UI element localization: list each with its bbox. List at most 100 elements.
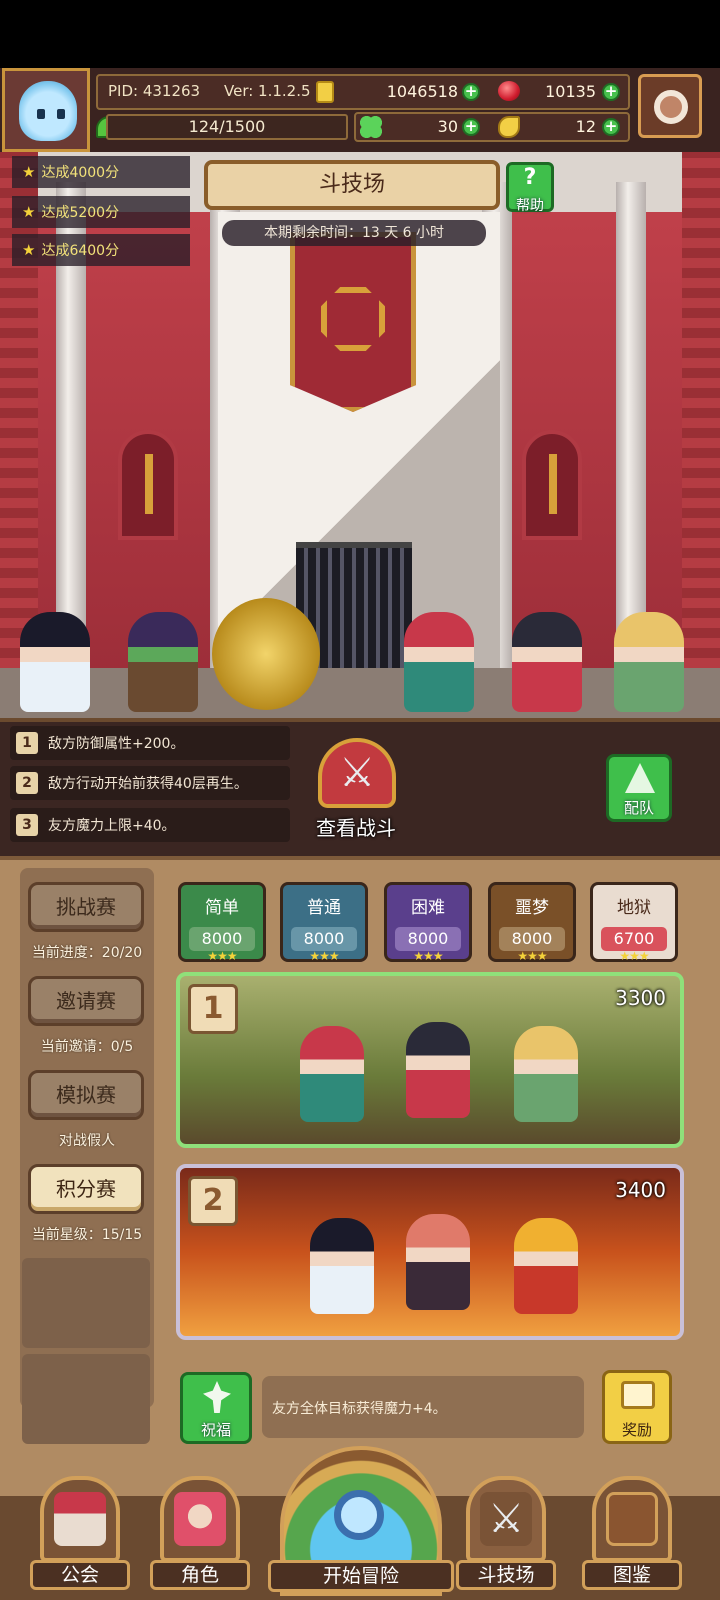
star-icon: ★ [22,163,36,181]
empty-slot [22,1354,150,1444]
blessing-description: 友方全体目标获得魔力+4。 [262,1376,584,1438]
treasure-chest-icon [621,1381,655,1409]
hero-character [128,612,198,712]
difficulty-card[interactable]: 噩梦 8000 ★★★ [488,882,576,963]
settings-button[interactable] [638,74,702,138]
star-icon: ★ [22,241,36,259]
difficulty-score: 8000 [395,927,461,951]
player-id: PID: 431263 [108,82,201,100]
difficulty-score: 6700 [601,927,667,951]
difficulty-card[interactable]: 困难 8000 ★★★ [384,882,472,963]
guild-hall-icon [54,1492,106,1546]
nav-codex[interactable]: 图鉴 [582,1476,682,1596]
horn-amount: 12 [575,117,596,136]
nav-arena[interactable]: ⚔ 斗技场 [456,1476,556,1596]
version-text: Ver: 1.1.2.5 [224,82,311,100]
gear-icon [654,90,688,124]
team-icon [625,763,655,793]
difficulty-score: 8000 [499,927,565,951]
opponent-character [514,1218,578,1314]
tab-invite[interactable]: 邀请赛 [28,976,144,1026]
hero-character [20,612,90,712]
difficulty-label: 噩梦 [515,898,549,918]
simulation-info: 对战假人 [59,1133,115,1149]
nav-guild[interactable]: 公会 [30,1476,130,1596]
tab-simulation[interactable]: 模拟赛 [28,1070,144,1120]
difficulty-stars: ★★★ [619,949,649,963]
invite-count: 当前邀请：0/5 [40,1039,134,1055]
start-adventure-button[interactable]: 开始冒险 [268,1446,454,1596]
score-goal-3: ★ 达成6400分 [12,234,190,266]
challenge-progress: 当前进度：20/20 [31,945,143,961]
crossed-swords-icon: ⚔ [480,1492,532,1546]
modifier-item: 2 敌方行动开始前获得40层再生。 [10,766,290,800]
gold-coin-icon [316,81,334,103]
star-icon: ★ [22,203,36,221]
opponent-character [310,1218,374,1314]
nav-role[interactable]: 角色 [150,1476,250,1596]
page-title: 斗技场 [204,160,500,210]
reward-label: 奖励 [621,1421,652,1439]
difficulty-label: 地狱 [617,898,651,918]
add-ruby-button[interactable]: + [602,83,620,101]
add-clover-button[interactable]: + [462,118,480,136]
magnifier-icon [334,1490,384,1540]
energy-value: 124/1500 [188,117,266,136]
match-score: 3400 [615,1178,666,1202]
difficulty-label: 普通 [307,898,341,918]
player-avatar[interactable] [2,68,90,152]
energy-bar: 124/1500 [106,114,348,140]
hero-character [512,612,582,712]
hero-character [614,612,684,712]
opponent-character [406,1022,470,1118]
blessing-label: 祝福 [200,1421,231,1439]
blessing-button[interactable]: 祝福 [180,1372,252,1444]
modifier-item: 1 敌方防御属性+200。 [10,726,290,760]
difficulty-label: 简单 [205,898,239,918]
difficulty-stars: ★★★ [309,949,339,963]
season-timer: 本期剩余时间：13 天 6 小时 [222,220,486,246]
match-score: 3300 [615,986,666,1010]
tab-challenge[interactable]: 挑战赛 [28,882,144,932]
match-number: 1 [188,984,238,1034]
match-number: 2 [188,1176,238,1226]
opponent-character [406,1214,470,1310]
tab-points[interactable]: 积分赛 [28,1164,144,1214]
difficulty-label: 困难 [411,898,445,918]
help-button[interactable]: ? 帮助 [506,162,554,214]
hero-character [212,598,320,710]
opponent-character [300,1026,364,1122]
question-icon: ? [523,165,537,190]
difficulty-card[interactable]: 简单 8000 ★★★ [178,882,266,963]
arena-banner [290,232,416,412]
difficulty-score: 8000 [291,927,357,951]
gold-amount: 1046518 [386,82,458,101]
character-icon [174,1492,226,1546]
crossed-swords-icon: ⚔ [339,750,375,796]
empty-slot [22,1258,150,1348]
difficulty-stars: ★★★ [517,949,547,963]
score-goal-1: ★ 达成4000分 [12,156,190,188]
view-battle-label: 查看战斗 [316,816,396,840]
points-star-level: 当前星级：15/15 [31,1227,143,1243]
opponent-character [514,1026,578,1122]
match-card-2[interactable]: 2 3400 [176,1164,684,1340]
horn-icon [498,116,520,138]
difficulty-card[interactable]: 普通 8000 ★★★ [280,882,368,963]
match-card-1[interactable]: 1 3300 [176,972,684,1148]
ruby-amount: 10135 [545,82,596,101]
team-label: 配队 [623,799,654,817]
team-setup-button[interactable]: 配队 [606,754,672,822]
difficulty-stars: ★★★ [413,949,443,963]
view-battle-button[interactable]: ⚔ 查看战斗 [296,738,416,842]
reward-button[interactable]: 奖励 [602,1370,672,1444]
add-horn-button[interactable]: + [602,118,620,136]
difficulty-stars: ★★★ [207,949,237,963]
clover-icon [360,116,382,138]
add-gold-button[interactable]: + [462,83,480,101]
hero-character [404,612,474,712]
help-label: 帮助 [516,198,544,214]
difficulty-card[interactable]: 地狱 6700 ★★★ [590,882,678,963]
clover-amount: 30 [437,117,458,136]
difficulty-score: 8000 [189,927,255,951]
